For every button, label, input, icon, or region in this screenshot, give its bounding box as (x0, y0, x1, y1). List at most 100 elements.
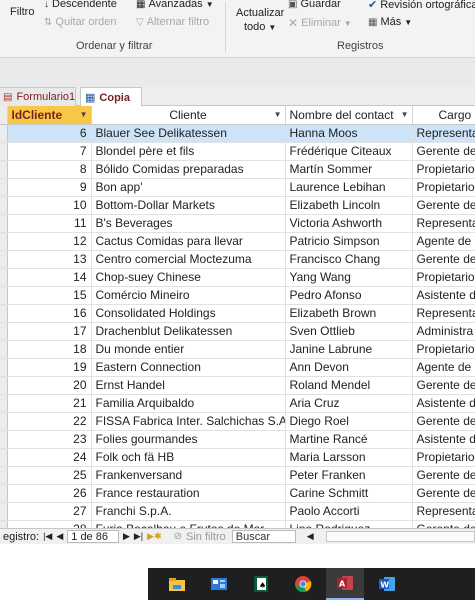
record-selector[interactable] (0, 214, 8, 233)
cell-idcliente[interactable]: 10 (7, 196, 92, 215)
cell-contacto[interactable]: Lino Rodriguez (285, 520, 413, 528)
record-selector[interactable] (0, 466, 8, 485)
cell-idcliente[interactable]: 14 (7, 268, 92, 287)
control-panel-icon[interactable] (200, 568, 238, 600)
table-row[interactable]: 26 France restauration Carine Schmitt Geren… (0, 484, 475, 503)
table-row[interactable]: 21 Familia Arquibaldo Aria Cruz Asistente d (0, 394, 475, 413)
cell-idcliente[interactable]: 7 (7, 142, 92, 161)
cell-cliente[interactable]: FISSA Fabrica Inter. Salchichas S.A. (91, 412, 286, 431)
cell-idcliente[interactable]: 19 (7, 358, 92, 377)
table-row[interactable]: 10 Bottom-Dollar Markets Elizabeth Lincoln… (0, 196, 475, 215)
cell-cargo[interactable]: Agente de (412, 358, 475, 377)
cell-idcliente[interactable]: 6 (7, 124, 92, 143)
record-selector[interactable] (0, 322, 8, 341)
cell-cliente[interactable]: France restauration (91, 484, 286, 503)
cell-contacto[interactable]: Peter Franken (285, 466, 413, 485)
delete-button[interactable]: ✕ Eliminar ▼ (288, 16, 352, 30)
record-selector[interactable] (0, 448, 8, 467)
cell-cargo[interactable]: Gerente de (412, 520, 475, 528)
cell-cargo[interactable]: Propietario (412, 178, 475, 197)
cell-cargo[interactable]: Representa (412, 304, 475, 323)
cell-cargo[interactable]: Gerente de (412, 466, 475, 485)
cell-cliente[interactable]: Franchi S.p.A. (91, 502, 286, 521)
cell-cargo[interactable]: Gerente de (412, 412, 475, 431)
cell-cargo[interactable]: Agente de (412, 232, 475, 251)
cell-idcliente[interactable]: 16 (7, 304, 92, 323)
table-row[interactable]: 19 Eastern Connection Ann Devon Agente de (0, 358, 475, 377)
cell-cliente[interactable]: Ernst Handel (91, 376, 286, 395)
record-selector[interactable] (0, 430, 8, 449)
next-record-icon[interactable]: ▶ (123, 531, 130, 542)
cell-contacto[interactable]: Sven Ottlieb (285, 322, 413, 341)
record-selector[interactable] (0, 304, 8, 323)
table-row[interactable]: 11 B's Beverages Victoria Ashworth Represen… (0, 214, 475, 233)
cell-cargo[interactable]: Gerente de (412, 142, 475, 161)
table-row[interactable]: 25 Frankenversand Peter Franken Gerente de (0, 466, 475, 485)
cell-idcliente[interactable]: 18 (7, 340, 92, 359)
column-header-cargo[interactable]: Cargo d (412, 106, 475, 125)
cell-cargo[interactable]: Gerente de (412, 250, 475, 269)
record-selector[interactable] (0, 520, 8, 528)
toggle-filter-button[interactable]: ▽ Alternar filtro (136, 16, 209, 28)
record-selector[interactable] (0, 232, 8, 251)
table-row[interactable]: 27 Franchi S.p.A. Paolo Accorti Representa (0, 502, 475, 521)
table-row[interactable]: 16 Consolidated Holdings Elizabeth Brown Re… (0, 304, 475, 323)
cell-contacto[interactable]: Martín Sommer (285, 160, 413, 179)
table-row[interactable]: 9 Bon app' Laurence Lebihan Propietario (0, 178, 475, 197)
cell-contacto[interactable]: Paolo Accorti (285, 502, 413, 521)
table-row[interactable]: 28Furia Bacalhau e Frutos do MarLino Rod… (0, 520, 475, 528)
filter-button[interactable]: Filtro (10, 6, 34, 18)
cell-cliente[interactable]: Cactus Comidas para llevar (91, 232, 286, 251)
cell-cliente[interactable]: B's Beverages (91, 214, 286, 233)
cell-cargo[interactable]: Propietario (412, 268, 475, 287)
scroll-left-icon[interactable]: ◀ (307, 531, 314, 542)
cell-idcliente[interactable]: 28 (7, 520, 92, 528)
access-icon[interactable]: A (326, 568, 364, 600)
column-header-idcliente[interactable]: IdCliente ▼ (7, 106, 92, 125)
tab-copia[interactable]: ▦ Copia (80, 87, 142, 107)
table-row[interactable]: 8 Bólido Comidas preparadas Martín Sommer P… (0, 160, 475, 179)
table-row[interactable]: 20 Ernst Handel Roland Mendel Gerente de (0, 376, 475, 395)
cell-contacto[interactable]: Elizabeth Brown (285, 304, 413, 323)
first-record-icon[interactable]: |◀ (43, 531, 52, 542)
record-selector[interactable] (0, 376, 8, 395)
cell-cargo[interactable]: Propietario (412, 160, 475, 179)
cell-contacto[interactable]: Francisco Chang (285, 250, 413, 269)
cell-cliente[interactable]: Comércio Mineiro (91, 286, 286, 305)
cell-cargo[interactable]: Gerente de (412, 484, 475, 503)
last-record-icon[interactable]: ▶| (134, 531, 143, 542)
cell-cliente[interactable]: Chop-suey Chinese (91, 268, 286, 287)
sort-descending-button[interactable]: ↓ Descendente (44, 0, 117, 10)
table-row[interactable]: 17 Drachenblut Delikatessen Sven Ottlieb Ad… (0, 322, 475, 341)
search-input[interactable]: Buscar (231, 530, 296, 543)
cell-cliente[interactable]: Frankenversand (91, 466, 286, 485)
cell-contacto[interactable]: Elizabeth Lincoln (285, 196, 413, 215)
cell-cargo[interactable]: Gerente de (412, 376, 475, 395)
chevron-down-icon[interactable]: ▼ (401, 110, 409, 119)
cell-contacto[interactable]: Frédérique Citeaux (285, 142, 413, 161)
cell-idcliente[interactable]: 22 (7, 412, 92, 431)
remove-sort-button[interactable]: ⇅ Quitar orden (44, 16, 117, 28)
table-row[interactable]: 15 Comércio Mineiro Pedro Afonso Asistente … (0, 286, 475, 305)
table-row[interactable]: 24 Folk och fä HB Maria Larsson Propietario (0, 448, 475, 467)
previous-record-icon[interactable]: ◀ (56, 531, 63, 542)
cell-cargo[interactable]: Representa (412, 502, 475, 521)
cell-idcliente[interactable]: 24 (7, 448, 92, 467)
cell-cargo[interactable]: Propietario (412, 448, 475, 467)
word-icon[interactable]: W (368, 568, 406, 600)
cell-contacto[interactable]: Hanna Moos (285, 124, 413, 143)
cell-cliente[interactable]: Familia Arquibaldo (91, 394, 286, 413)
file-explorer-icon[interactable] (158, 568, 196, 600)
chrome-icon[interactable] (284, 568, 322, 600)
table-row[interactable]: 12 Cactus Comidas para llevar Patricio Sim… (0, 232, 475, 251)
record-selector[interactable] (0, 196, 8, 215)
record-selector[interactable] (0, 124, 8, 143)
cell-idcliente[interactable]: 20 (7, 376, 92, 395)
record-position-input[interactable]: 1 de 86 (67, 530, 119, 543)
cell-cliente[interactable]: Consolidated Holdings (91, 304, 286, 323)
cell-idcliente[interactable]: 8 (7, 160, 92, 179)
cell-cliente[interactable]: Du monde entier (91, 340, 286, 359)
cell-cliente[interactable]: Centro comercial Moctezuma (91, 250, 286, 269)
cell-contacto[interactable]: Aria Cruz (285, 394, 413, 413)
cell-idcliente[interactable]: 21 (7, 394, 92, 413)
